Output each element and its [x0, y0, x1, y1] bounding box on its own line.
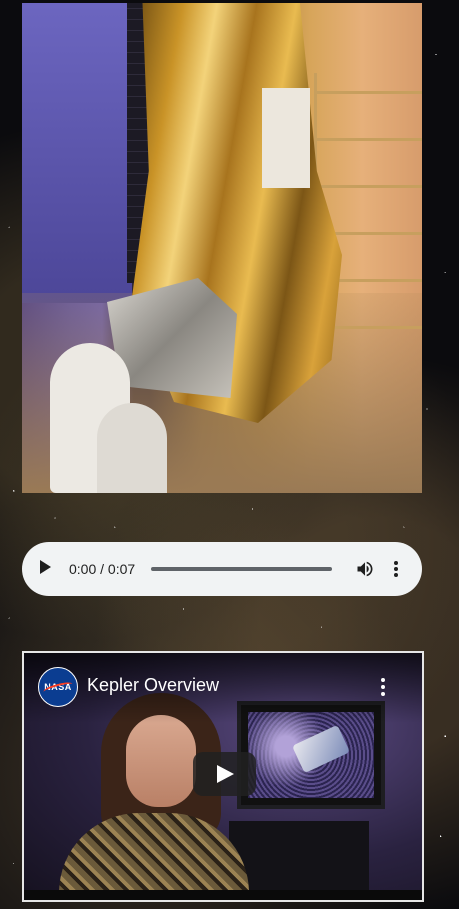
audio-player: 0:00 / 0:07 [22, 542, 422, 596]
audio-progress-bar[interactable] [151, 567, 332, 571]
play-icon[interactable] [40, 560, 51, 574]
video-embed[interactable]: NASA Kepler Overview [22, 651, 424, 902]
play-icon [217, 765, 234, 783]
video-title-shade [24, 653, 422, 723]
photo-wall [22, 3, 132, 303]
audio-time-display: 0:00 / 0:07 [69, 561, 136, 577]
kepler-photo [22, 3, 422, 493]
telescope-image [292, 724, 350, 774]
video-bottom-bar [24, 890, 422, 900]
more-vert-icon[interactable] [392, 559, 400, 579]
channel-logo[interactable]: NASA [38, 667, 78, 707]
photo-technician [97, 403, 167, 493]
video-title[interactable]: Kepler Overview [87, 675, 219, 696]
presenter-body [59, 813, 249, 900]
monitor-screen [248, 712, 374, 798]
presenter-face [126, 715, 196, 807]
video-play-button[interactable] [193, 752, 256, 796]
more-vert-icon[interactable] [380, 677, 386, 697]
volume-icon[interactable] [355, 559, 375, 579]
monitor-stand [229, 821, 369, 900]
photo-label-sheet [262, 88, 310, 188]
